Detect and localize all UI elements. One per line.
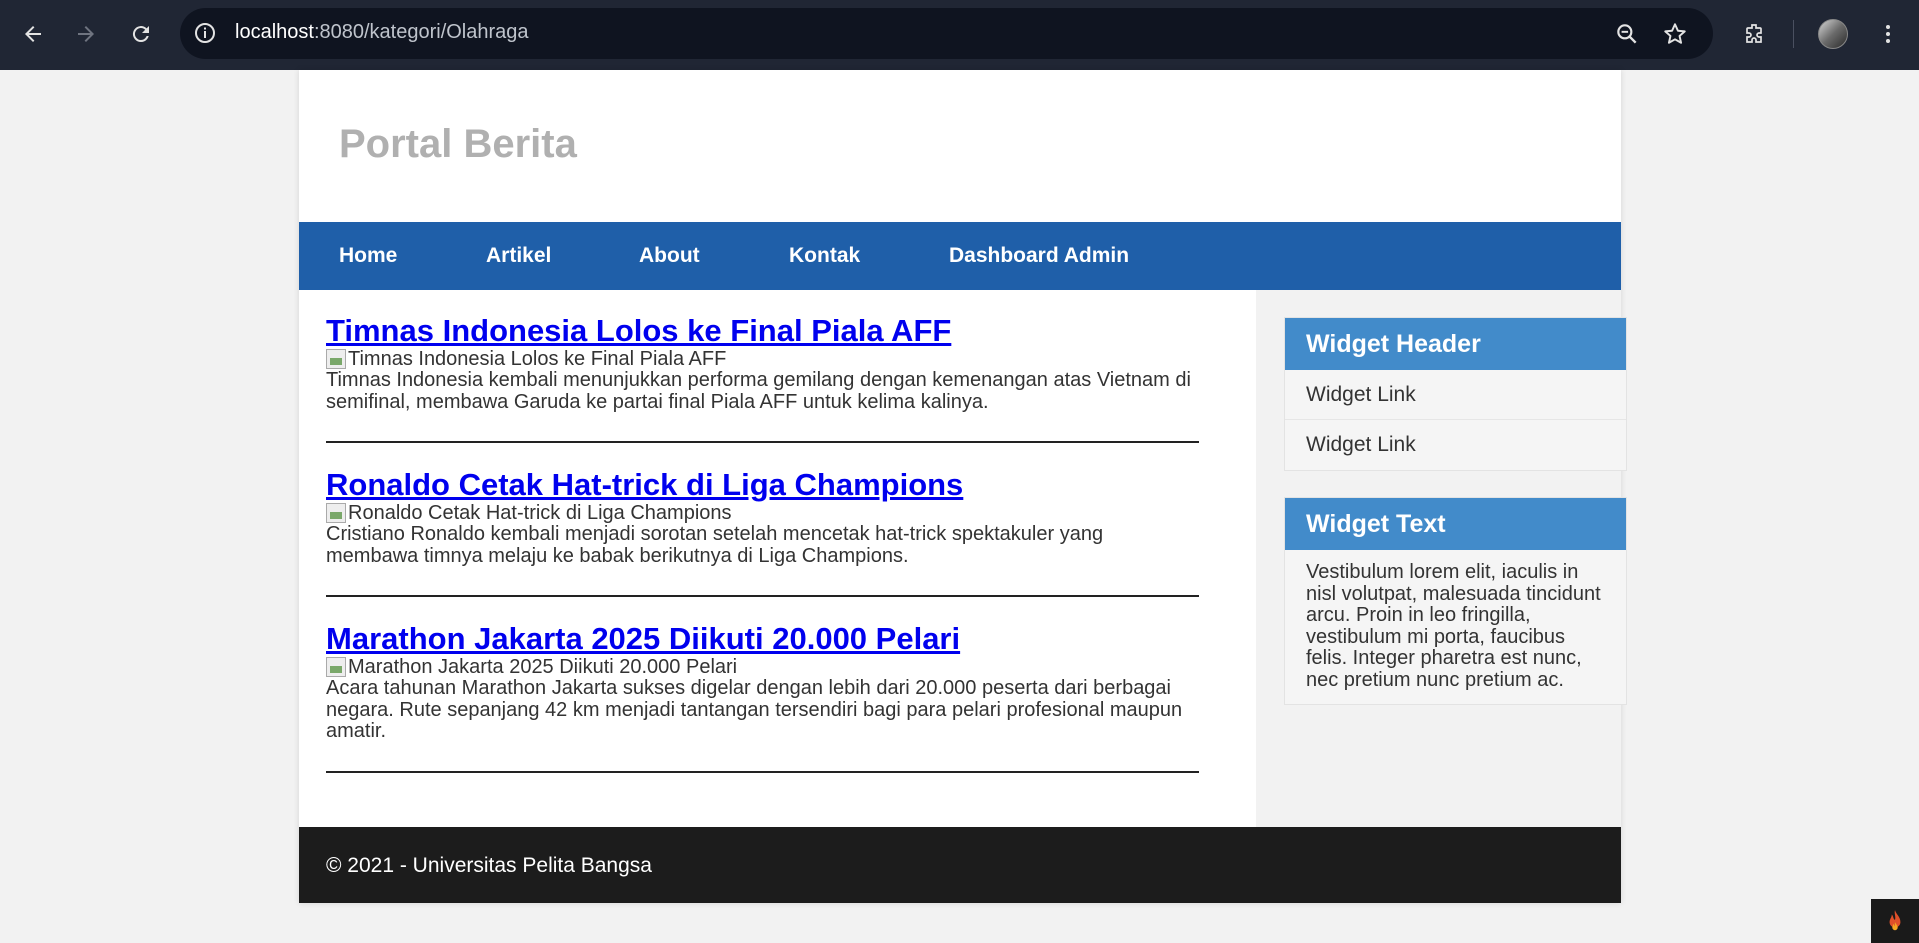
- site-footer: © 2021 - Universitas Pelita Bangsa: [299, 827, 1621, 903]
- address-bar[interactable]: localhost:8080/kategori/Olahraga: [180, 8, 1713, 59]
- reload-icon[interactable]: [124, 17, 158, 51]
- site-header: Portal Berita: [299, 70, 1621, 222]
- article-body: Cristiano Ronaldo kembali menjadi sorota…: [326, 523, 1104, 567]
- article-item: Timnas Indonesia Lolos ke Final Piala AF…: [326, 314, 1199, 444]
- url-path: :8080/kategori/Olahraga: [313, 21, 529, 43]
- extensions-icon[interactable]: [1737, 17, 1771, 51]
- widget-header: Widget Header: [1285, 318, 1626, 370]
- article-list: Timnas Indonesia Lolos ke Final Piala AF…: [299, 290, 1256, 827]
- site-title: Portal Berita: [339, 122, 577, 166]
- article-title: Timnas Indonesia Lolos ke Final Piala AF…: [326, 314, 1199, 348]
- nav-dashboard-admin[interactable]: Dashboard Admin: [949, 244, 1129, 268]
- nav-home[interactable]: Home: [339, 244, 397, 268]
- broken-image-icon: [326, 503, 346, 523]
- widget-links: Widget Header Widget Link Widget Link: [1284, 317, 1627, 471]
- article-item: Ronaldo Cetak Hat-trick di Liga Champion…: [326, 468, 1199, 598]
- article-title: Ronaldo Cetak Hat-trick di Liga Champion…: [326, 468, 1199, 502]
- browser-toolbar: localhost:8080/kategori/Olahraga: [0, 0, 1919, 70]
- article-image: Marathon Jakarta 2025 Diikuti 20.000 Pel…: [326, 656, 1199, 678]
- article-image: Ronaldo Cetak Hat-trick di Liga Champion…: [326, 502, 1199, 524]
- article-title: Marathon Jakarta 2025 Diikuti 20.000 Pel…: [326, 622, 1199, 656]
- article-body: Timnas Indonesia kembali menunjukkan per…: [326, 369, 1191, 413]
- url-host: localhost: [235, 21, 314, 43]
- article-title-link[interactable]: Marathon Jakarta 2025 Diikuti 20.000 Pel…: [326, 621, 960, 656]
- article-item: Marathon Jakarta 2025 Diikuti 20.000 Pel…: [326, 622, 1199, 773]
- forward-icon[interactable]: [69, 17, 103, 51]
- article-image: Timnas Indonesia Lolos ke Final Piala AF…: [326, 348, 1199, 370]
- main-nav: Home Artikel About Kontak Dashboard Admi…: [299, 222, 1621, 290]
- site-info-icon[interactable]: [193, 21, 217, 45]
- article-divider: [326, 595, 1199, 598]
- url-text: localhost:8080/kategori/Olahraga: [235, 21, 529, 44]
- widget-link[interactable]: Widget Link: [1285, 420, 1626, 470]
- sidebar: Widget Header Widget Link Widget Link Wi…: [1256, 290, 1627, 827]
- article-image-alt: Timnas Indonesia Lolos ke Final Piala AF…: [348, 348, 727, 370]
- back-icon[interactable]: [16, 17, 50, 51]
- widget-text-body: Vestibulum lorem elit, iaculis in nisl v…: [1306, 561, 1601, 691]
- menu-kebab-icon[interactable]: [1871, 17, 1905, 51]
- article-body: Acara tahunan Marathon Jakarta sukses di…: [326, 677, 1183, 743]
- nav-about[interactable]: About: [639, 244, 700, 268]
- article-divider: [326, 441, 1199, 444]
- article-divider: [326, 770, 1199, 773]
- nav-kontak[interactable]: Kontak: [789, 244, 860, 268]
- article-image-alt: Ronaldo Cetak Hat-trick di Liga Champion…: [348, 502, 732, 524]
- article-title-link[interactable]: Ronaldo Cetak Hat-trick di Liga Champion…: [326, 467, 963, 502]
- widget-link[interactable]: Widget Link: [1285, 370, 1626, 420]
- article-image-alt: Marathon Jakarta 2025 Diikuti 20.000 Pel…: [348, 656, 738, 678]
- toolbar-divider: [1793, 20, 1794, 48]
- broken-image-icon: [326, 349, 346, 369]
- zoom-icon[interactable]: [1614, 21, 1640, 47]
- broken-image-icon: [326, 657, 346, 677]
- flame-icon[interactable]: [1871, 899, 1919, 943]
- bookmark-star-icon[interactable]: [1662, 21, 1688, 47]
- widget-header: Widget Text: [1285, 498, 1626, 550]
- page-container: Portal Berita Home Artikel About Kontak …: [299, 70, 1627, 903]
- footer-text: © 2021 - Universitas Pelita Bangsa: [326, 854, 652, 877]
- article-title-link[interactable]: Timnas Indonesia Lolos ke Final Piala AF…: [326, 313, 951, 348]
- nav-artikel[interactable]: Artikel: [486, 244, 551, 268]
- widget-text: Widget Text Vestibulum lorem elit, iacul…: [1284, 497, 1627, 705]
- profile-avatar[interactable]: [1818, 19, 1848, 49]
